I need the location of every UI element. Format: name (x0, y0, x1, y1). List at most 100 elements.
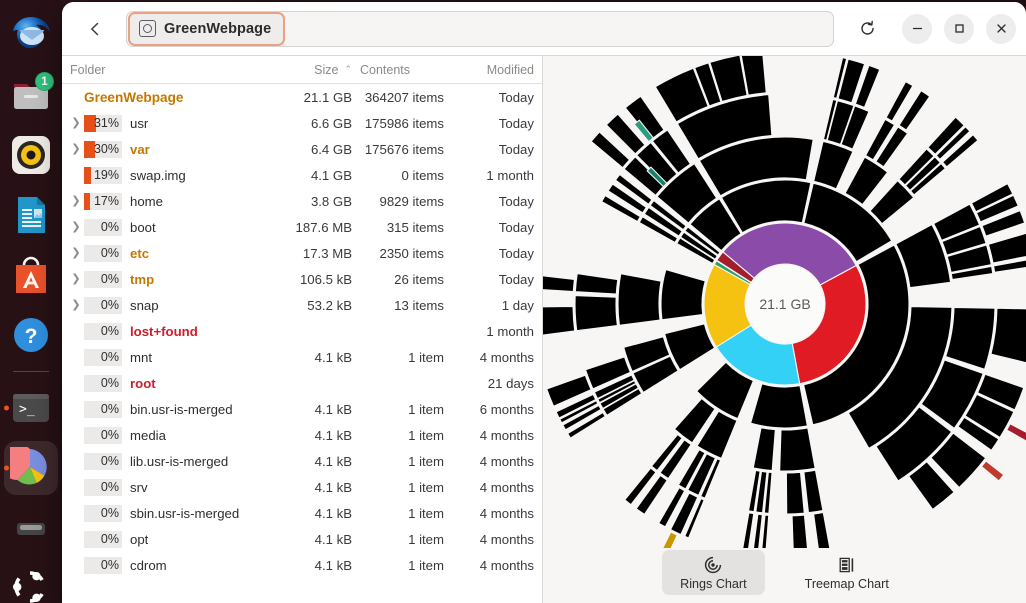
dock-item-show-applications[interactable] (4, 561, 58, 603)
chevron-right-icon[interactable]: ❯ (68, 143, 84, 155)
table-row[interactable]: ❯ 31% usr 6.6 GB 175986 items Today (62, 110, 542, 136)
table-row[interactable]: ❯ 0% tmp 106.5 kB 26 items Today (62, 266, 542, 292)
chevron-right-icon[interactable]: ❯ (68, 117, 84, 129)
chevron-right-icon[interactable]: ❯ (68, 273, 84, 285)
folder-contents: 315 items (386, 219, 444, 235)
dock-item-rhythmbox[interactable] (4, 128, 58, 182)
table-row[interactable]: ❯ 0% etc 17.3 MB 2350 items Today (62, 240, 542, 266)
table-row[interactable]: ❯ 30% var 6.4 GB 175676 items Today (62, 136, 542, 162)
rings-chart-segment[interactable] (749, 383, 809, 429)
rings-chart-segment[interactable] (660, 268, 706, 321)
rings-chart-area[interactable]: 21.1 GB (543, 56, 1026, 548)
rings-chart-segment[interactable] (990, 307, 1026, 364)
table-row[interactable]: 0% cdrom 4.1 kB 1 item 4 months (62, 552, 542, 578)
rings-chart-segment[interactable] (752, 513, 763, 548)
dock-item-trash[interactable] (4, 501, 58, 555)
dock-item-ubuntu-software[interactable] (4, 248, 58, 302)
disk-usage-running-indicator (4, 465, 9, 471)
folder-list-pane: Folder Size ⌃ Contents Modified GreenWeb… (62, 56, 543, 603)
minimize-button[interactable] (902, 13, 932, 44)
sort-ascending-icon: ⌃ (344, 64, 352, 74)
table-row[interactable]: 0% opt 4.1 kB 1 item 4 months (62, 526, 542, 552)
rings-chart-segment[interactable] (1005, 422, 1026, 442)
row-name-cell: ❯ 0% etc (68, 244, 264, 262)
rings-chart-segment[interactable] (742, 512, 755, 548)
table-row[interactable]: GreenWebpage 21.1 GB 364207 items Today (62, 84, 542, 110)
folder-name: lib.usr-is-merged (130, 453, 229, 469)
rings-chart-segment[interactable] (987, 232, 1026, 264)
dock-item-disk-usage-analyzer[interactable] (0, 441, 58, 495)
chevron-right-icon[interactable]: ❯ (68, 299, 84, 311)
table-row[interactable]: 0% mnt 4.1 kB 1 item 4 months (62, 344, 542, 370)
maximize-button[interactable] (944, 13, 974, 44)
chevron-right-icon[interactable]: ❯ (68, 247, 84, 259)
folder-size: 187.6 MB (295, 219, 352, 235)
folder-name: media (130, 427, 166, 443)
column-header-contents[interactable]: Contents (356, 63, 450, 77)
usage-percent-bar: 0% (84, 322, 122, 340)
table-row[interactable]: 0% media 4.1 kB 1 item 4 months (62, 422, 542, 448)
row-name-cell: 0% root (68, 374, 264, 392)
rings-chart-segment[interactable] (980, 460, 1005, 482)
close-button[interactable] (986, 13, 1016, 44)
folder-name: home (130, 193, 163, 209)
folder-size: 53.2 kB (307, 297, 352, 313)
back-button[interactable] (78, 12, 112, 46)
row-name-cell: ❯ 0% tmp (68, 270, 264, 288)
dock-item-files[interactable]: 1 (4, 68, 58, 122)
folder-name: boot (130, 219, 156, 235)
table-row[interactable]: 0% bin.usr-is-merged 4.1 kB 1 item 6 months (62, 396, 542, 422)
column-header-size[interactable]: Size ⌃ (264, 63, 356, 77)
column-header-folder[interactable]: Folder (68, 63, 264, 77)
dock-item-terminal[interactable]: >_ (4, 381, 58, 435)
table-row[interactable]: 0% srv 4.1 kB 1 item 4 months (62, 474, 542, 500)
folder-size: 4.1 kB (314, 401, 352, 417)
table-row[interactable]: 0% root 21 days (62, 370, 542, 396)
rings-chart-segment[interactable] (944, 306, 996, 371)
folder-size: 4.1 GB (310, 167, 352, 183)
rings-chart-button[interactable]: Rings Chart (662, 549, 765, 595)
dock-item-thunderbird[interactable] (4, 8, 58, 62)
rings-chart-segment[interactable] (785, 471, 805, 515)
folder-size: 106.5 kB (299, 271, 352, 287)
rings-chart-segment[interactable] (752, 427, 776, 472)
breadcrumb-greenwebpage[interactable]: GreenWebpage (130, 13, 284, 44)
path-bar[interactable]: GreenWebpage (126, 10, 834, 47)
rings-chart-segment[interactable] (812, 511, 831, 548)
rings-chart-segment[interactable] (791, 514, 809, 548)
rings-chart-segment[interactable] (779, 427, 816, 472)
rings-chart-segment[interactable] (661, 531, 678, 548)
rings-chart-segment[interactable] (803, 469, 824, 514)
table-row[interactable]: 0% lib.usr-is-merged 4.1 kB 1 item 4 months (62, 448, 542, 474)
usage-percent-label: 0% (100, 427, 119, 442)
dock-item-help[interactable]: ? (4, 308, 58, 362)
table-row[interactable]: ❯ 0% boot 187.6 MB 315 items Today (62, 214, 542, 240)
table-row[interactable]: ❯ 17% home 3.8 GB 9829 items Today (62, 188, 542, 214)
treemap-chart-button[interactable]: Treemap Chart (787, 550, 907, 595)
rings-chart-center-hole[interactable] (746, 265, 824, 343)
table-row[interactable]: ❯ 0% snap 53.2 kB 13 items 1 day (62, 292, 542, 318)
rings-chart-segment[interactable] (574, 294, 618, 332)
rings-chart-segment[interactable] (574, 272, 619, 295)
rings-chart-segment[interactable] (701, 546, 715, 548)
chevron-right-icon[interactable]: ❯ (68, 195, 84, 207)
table-row[interactable]: 0% lost+found 1 month (62, 318, 542, 344)
list-column-headers: Folder Size ⌃ Contents Modified (62, 56, 542, 84)
column-header-modified[interactable]: Modified (450, 63, 542, 77)
rings-chart-svg[interactable] (543, 56, 1026, 548)
rings-chart-segment[interactable] (617, 273, 662, 326)
desktop: 1 ? >_ GreenWebpage Folder Size ⌃ Conten… (0, 0, 1026, 603)
usage-percent-bar: 0% (84, 270, 122, 288)
folder-contents: 1 item (408, 505, 444, 521)
table-row[interactable]: 19% swap.img 4.1 GB 0 items 1 month (62, 162, 542, 188)
reload-button[interactable] (852, 14, 882, 44)
chevron-right-icon[interactable]: ❯ (68, 221, 84, 233)
folder-modified: Today (498, 219, 534, 235)
rings-chart-segment[interactable] (543, 275, 576, 293)
dock-item-libreoffice-writer[interactable] (4, 188, 58, 242)
rings-chart-segment[interactable] (813, 140, 854, 190)
usage-percent-label: 0% (100, 401, 119, 416)
rings-chart-segment[interactable] (543, 305, 576, 336)
table-row[interactable]: 0% sbin.usr-is-merged 4.1 kB 1 item 4 months (62, 500, 542, 526)
ubuntu-software-icon (10, 254, 52, 296)
